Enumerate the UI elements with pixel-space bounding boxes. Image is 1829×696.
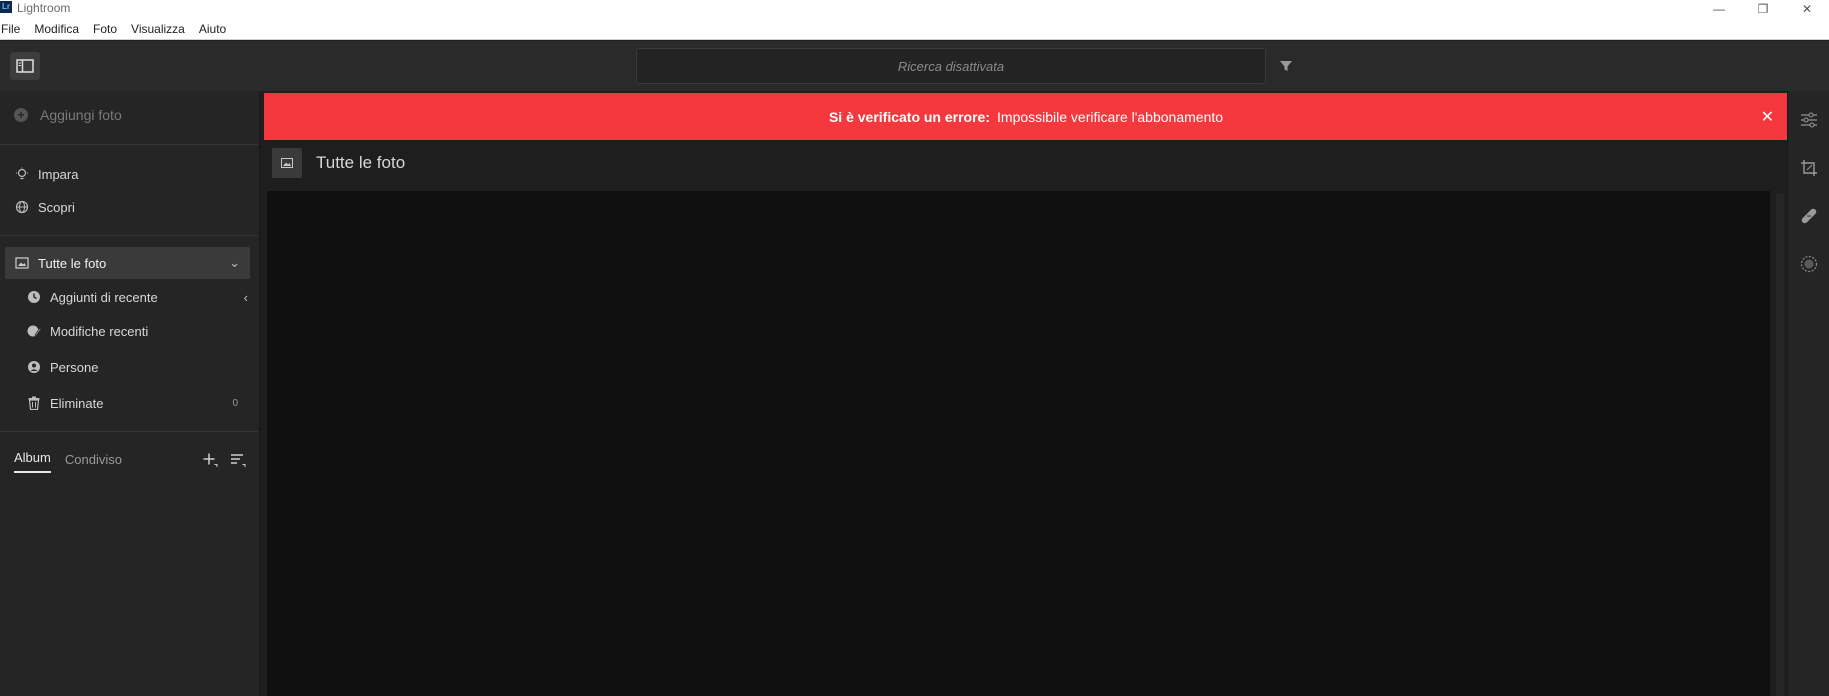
sidebar-item-label: Eliminate <box>50 395 104 411</box>
page-title: Tutte le foto <box>316 153 406 172</box>
error-banner: Si è verificato un errore: Impossibile v… <box>264 93 1788 140</box>
sidebar-item-aggiunti-di-recente[interactable]: Aggiunti di recente ‹ <box>0 281 258 313</box>
crop-button[interactable] <box>1798 157 1820 179</box>
divider <box>0 144 258 145</box>
left-sidebar: + Aggiungi foto Impara Scopri Tutte le f… <box>0 91 260 696</box>
sidebar-item-persone[interactable]: Persone <box>0 351 258 383</box>
restore-button[interactable]: ❐ <box>1741 0 1785 18</box>
photo-view-icon[interactable] <box>272 148 302 178</box>
tab-condiviso[interactable]: Condiviso <box>65 452 122 473</box>
divider <box>0 235 258 236</box>
sidebar-item-modifiche-recenti[interactable]: Modifiche recenti <box>0 315 258 347</box>
sliders-icon <box>1801 112 1817 128</box>
sidebar-item-label: Tutte le foto <box>38 255 107 271</box>
view-header: Tutte le foto <box>272 148 405 178</box>
sidebar-item-scopri[interactable]: Scopri <box>0 191 258 223</box>
photo-icon <box>14 255 30 271</box>
clock-icon <box>26 289 42 305</box>
sidebar-item-label: Impara <box>38 166 79 182</box>
trash-count: 0 <box>232 397 238 409</box>
error-message: Impossibile verificare l'abbonamento <box>997 108 1224 125</box>
sidebar-item-label: Modifiche recenti <box>50 323 149 339</box>
minimize-icon: — <box>1713 2 1725 16</box>
divider <box>0 431 258 432</box>
photo-grid[interactable] <box>267 191 1770 696</box>
menu-bar: File Modifica Foto Visualizza Aiuto <box>0 18 1829 40</box>
mask-icon <box>1800 255 1818 273</box>
healing-icon <box>1801 208 1817 224</box>
sidebar-item-eliminate[interactable]: Eliminate 0 <box>0 387 258 419</box>
edit-panel-button[interactable] <box>1798 109 1820 131</box>
chevron-down-icon[interactable]: ⌄ <box>229 255 240 271</box>
filter-button[interactable] <box>1275 55 1297 77</box>
add-photo-label: Aggiungi foto <box>40 107 122 123</box>
sidebar-item-tutte-le-foto[interactable]: Tutte le foto ⌄ <box>5 247 250 279</box>
album-actions <box>193 450 249 470</box>
top-toolbar: Ricerca disattivata <box>0 41 1829 91</box>
panel-toggle-button[interactable] <box>10 52 40 80</box>
sidebar-toggle-icon <box>16 59 34 73</box>
trash-icon <box>26 395 42 411</box>
menu-file[interactable]: File <box>1 22 20 36</box>
close-icon: ✕ <box>1801 2 1813 16</box>
minimize-button[interactable]: — <box>1697 0 1741 18</box>
main-content: Si è verificato un errore: Impossibile v… <box>262 91 1788 696</box>
sidebar-item-label: Scopri <box>38 199 75 215</box>
edit-icon <box>26 323 42 339</box>
healing-button[interactable] <box>1798 205 1820 227</box>
menu-visualizza[interactable]: Visualizza <box>131 22 185 36</box>
album-tabs: Album Condiviso <box>14 450 136 473</box>
sidebar-item-label: Aggiunti di recente <box>50 289 158 305</box>
tab-album[interactable]: Album <box>14 450 51 473</box>
menu-foto[interactable]: Foto <box>93 22 117 36</box>
crop-icon <box>1801 160 1817 176</box>
close-icon[interactable]: ✕ <box>1761 107 1774 127</box>
window-title: Lightroom <box>17 1 71 15</box>
restore-icon: ❐ <box>1757 2 1769 16</box>
menu-aiuto[interactable]: Aiuto <box>199 22 226 36</box>
title-bar: Lr Lightroom — ❐ ✕ <box>0 0 1829 18</box>
lightroom-logo-icon: Lr <box>0 1 12 13</box>
close-window-button[interactable]: ✕ <box>1785 0 1829 18</box>
scrollbar[interactable] <box>1776 194 1784 696</box>
masking-button[interactable] <box>1798 253 1820 275</box>
filter-icon <box>1280 61 1292 71</box>
right-tool-rail <box>1787 91 1829 696</box>
add-photo-button[interactable]: + Aggiungi foto <box>14 107 122 123</box>
error-heading: Si è verificato un errore: <box>828 108 991 125</box>
lightbulb-icon <box>14 166 30 182</box>
chevron-left-icon[interactable]: ‹ <box>244 290 248 305</box>
menu-modifica[interactable]: Modifica <box>34 22 79 36</box>
sidebar-item-impara[interactable]: Impara <box>0 158 258 190</box>
sidebar-item-label: Persone <box>50 359 99 375</box>
person-icon <box>26 359 42 375</box>
add-album-icon[interactable] <box>199 450 221 470</box>
globe-icon <box>14 199 30 215</box>
sort-icon[interactable] <box>227 450 249 470</box>
add-circle-icon: + <box>14 108 28 122</box>
search-input[interactable]: Ricerca disattivata <box>636 48 1266 84</box>
